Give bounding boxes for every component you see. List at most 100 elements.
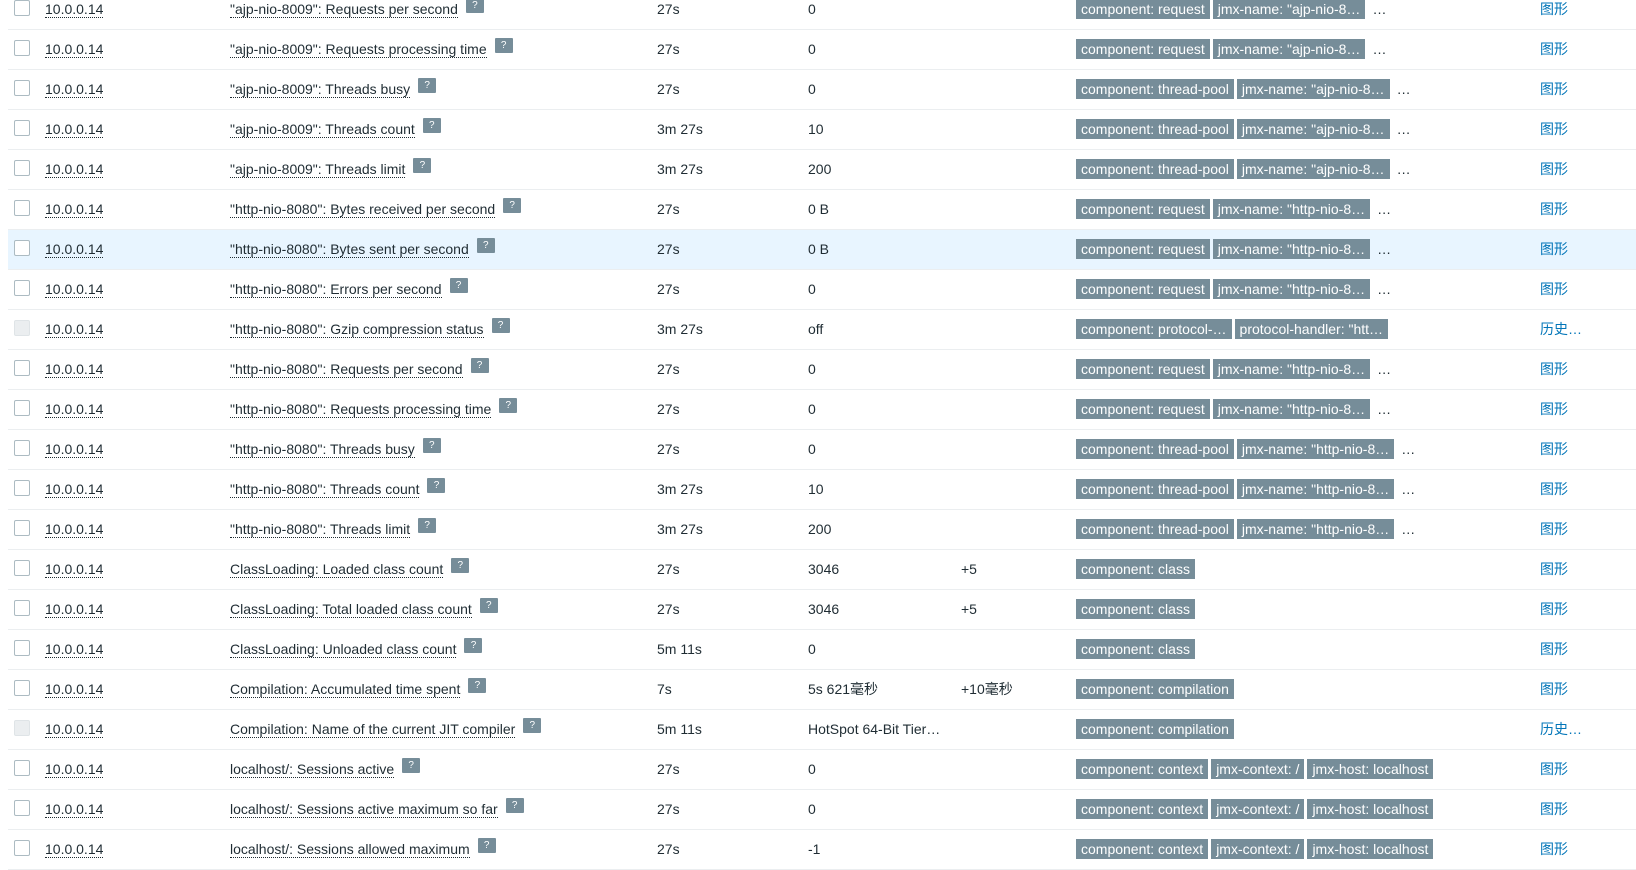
host-link[interactable]: 10.0.0.14: [45, 721, 104, 738]
item-name-link[interactable]: localhost/: Sessions allowed maximum: [230, 841, 470, 858]
help-hint-icon[interactable]: ?: [402, 758, 421, 773]
tag-badge[interactable]: component: thread-pool: [1076, 79, 1234, 99]
host-link[interactable]: 10.0.0.14: [45, 601, 104, 618]
row-checkbox[interactable]: [14, 600, 30, 616]
more-tags-button[interactable]: …: [1401, 470, 1415, 509]
help-hint-icon[interactable]: ?: [418, 78, 437, 93]
graph-link[interactable]: 图形: [1540, 430, 1568, 469]
item-name-link[interactable]: "http-nio-8080": Gzip compression status: [230, 321, 484, 338]
row-checkbox[interactable]: [14, 360, 30, 376]
help-hint-icon[interactable]: ?: [422, 118, 441, 133]
host-link[interactable]: 10.0.0.14: [45, 201, 104, 218]
help-hint-icon[interactable]: ?: [523, 718, 542, 733]
tag-badge[interactable]: component: request: [1076, 359, 1210, 379]
tag-badge[interactable]: component: thread-pool: [1076, 519, 1234, 539]
row-checkbox[interactable]: [14, 40, 30, 56]
tag-badge[interactable]: component: thread-pool: [1076, 479, 1234, 499]
row-checkbox[interactable]: [14, 560, 30, 576]
graph-link[interactable]: 图形: [1540, 110, 1568, 149]
tag-badge[interactable]: jmx-context: /: [1211, 839, 1305, 859]
row-checkbox[interactable]: [14, 80, 30, 96]
tag-badge[interactable]: jmx-name: "http-nio-8…: [1212, 199, 1371, 219]
tag-badge[interactable]: jmx-name: "http-nio-8…: [1236, 439, 1395, 459]
graph-link[interactable]: 图形: [1540, 150, 1568, 189]
host-link[interactable]: 10.0.0.14: [45, 801, 104, 818]
host-link[interactable]: 10.0.0.14: [45, 681, 104, 698]
graph-link[interactable]: 图形: [1540, 470, 1568, 509]
tag-badge[interactable]: jmx-context: /: [1211, 799, 1305, 819]
tag-badge[interactable]: jmx-name: "ajp-nio-8…: [1212, 0, 1366, 19]
tag-badge[interactable]: jmx-name: "ajp-nio-8…: [1212, 39, 1366, 59]
tag-badge[interactable]: component: thread-pool: [1076, 439, 1234, 459]
history-link[interactable]: 历史…: [1540, 710, 1582, 749]
help-hint-icon[interactable]: ?: [449, 278, 468, 293]
tag-badge[interactable]: jmx-context: /: [1211, 759, 1305, 779]
more-tags-button[interactable]: …: [1397, 70, 1411, 109]
row-checkbox[interactable]: [14, 840, 30, 856]
tag-badge[interactable]: component: context: [1076, 839, 1209, 859]
help-hint-icon[interactable]: ?: [494, 38, 513, 53]
item-name-link[interactable]: ClassLoading: Loaded class count: [230, 561, 444, 578]
help-hint-icon[interactable]: ?: [503, 198, 522, 213]
row-checkbox[interactable]: [14, 440, 30, 456]
help-hint-icon[interactable]: ?: [479, 598, 498, 613]
help-hint-icon[interactable]: ?: [422, 438, 441, 453]
tag-badge[interactable]: jmx-name: "http-nio-8…: [1212, 359, 1371, 379]
tag-badge[interactable]: jmx-name: "http-nio-8…: [1212, 239, 1371, 259]
tag-badge[interactable]: component: request: [1076, 199, 1210, 219]
row-checkbox[interactable]: [14, 200, 30, 216]
more-tags-button[interactable]: …: [1377, 390, 1391, 429]
row-checkbox[interactable]: [14, 160, 30, 176]
row-checkbox[interactable]: [14, 0, 30, 16]
host-link[interactable]: 10.0.0.14: [45, 401, 104, 418]
help-hint-icon[interactable]: ?: [418, 518, 437, 533]
help-hint-icon[interactable]: ?: [465, 0, 484, 13]
tag-badge[interactable]: component: context: [1076, 759, 1209, 779]
more-tags-button[interactable]: …: [1377, 350, 1391, 389]
graph-link[interactable]: 图形: [1540, 270, 1568, 309]
help-hint-icon[interactable]: ?: [477, 838, 496, 853]
graph-link[interactable]: 图形: [1540, 750, 1568, 789]
more-tags-button[interactable]: …: [1377, 270, 1391, 309]
item-name-link[interactable]: ClassLoading: Unloaded class count: [230, 641, 457, 658]
host-link[interactable]: 10.0.0.14: [45, 121, 104, 138]
tag-badge[interactable]: jmx-name: "http-nio-8…: [1236, 479, 1395, 499]
tag-badge[interactable]: jmx-name: "ajp-nio-8…: [1236, 159, 1390, 179]
host-link[interactable]: 10.0.0.14: [45, 1, 104, 18]
row-checkbox[interactable]: [14, 760, 30, 776]
more-tags-button[interactable]: …: [1397, 150, 1411, 189]
host-link[interactable]: 10.0.0.14: [45, 561, 104, 578]
more-tags-button[interactable]: …: [1401, 510, 1415, 549]
tag-badge[interactable]: jmx-name: "http-nio-8…: [1212, 279, 1371, 299]
host-link[interactable]: 10.0.0.14: [45, 841, 104, 858]
help-hint-icon[interactable]: ?: [451, 558, 470, 573]
item-name-link[interactable]: Compilation: Name of the current JIT com…: [230, 721, 516, 738]
host-link[interactable]: 10.0.0.14: [45, 321, 104, 338]
more-tags-button[interactable]: …: [1397, 110, 1411, 149]
row-checkbox[interactable]: [14, 120, 30, 136]
graph-link[interactable]: 图形: [1540, 30, 1568, 69]
more-tags-button[interactable]: …: [1401, 430, 1415, 469]
help-hint-icon[interactable]: ?: [468, 678, 487, 693]
tag-badge[interactable]: jmx-name: "http-nio-8…: [1236, 519, 1395, 539]
row-checkbox[interactable]: [14, 400, 30, 416]
item-name-link[interactable]: "ajp-nio-8009": Requests per second: [230, 1, 458, 18]
help-hint-icon[interactable]: ?: [464, 638, 483, 653]
graph-link[interactable]: 图形: [1540, 350, 1568, 389]
graph-link[interactable]: 图形: [1540, 830, 1568, 869]
help-hint-icon[interactable]: ?: [413, 158, 432, 173]
graph-link[interactable]: 图形: [1540, 670, 1568, 709]
graph-link[interactable]: 图形: [1540, 790, 1568, 829]
item-name-link[interactable]: "http-nio-8080": Errors per second: [230, 281, 442, 298]
item-name-link[interactable]: ClassLoading: Total loaded class count: [230, 601, 472, 618]
tag-badge[interactable]: jmx-name: "ajp-nio-8…: [1236, 119, 1390, 139]
help-hint-icon[interactable]: ?: [427, 478, 446, 493]
graph-link[interactable]: 图形: [1540, 510, 1568, 549]
host-link[interactable]: 10.0.0.14: [45, 521, 104, 538]
row-checkbox[interactable]: [14, 240, 30, 256]
tag-badge[interactable]: component: thread-pool: [1076, 159, 1234, 179]
item-name-link[interactable]: "http-nio-8080": Bytes received per seco…: [230, 201, 496, 218]
host-link[interactable]: 10.0.0.14: [45, 641, 104, 658]
host-link[interactable]: 10.0.0.14: [45, 761, 104, 778]
more-tags-button[interactable]: …: [1372, 0, 1386, 29]
